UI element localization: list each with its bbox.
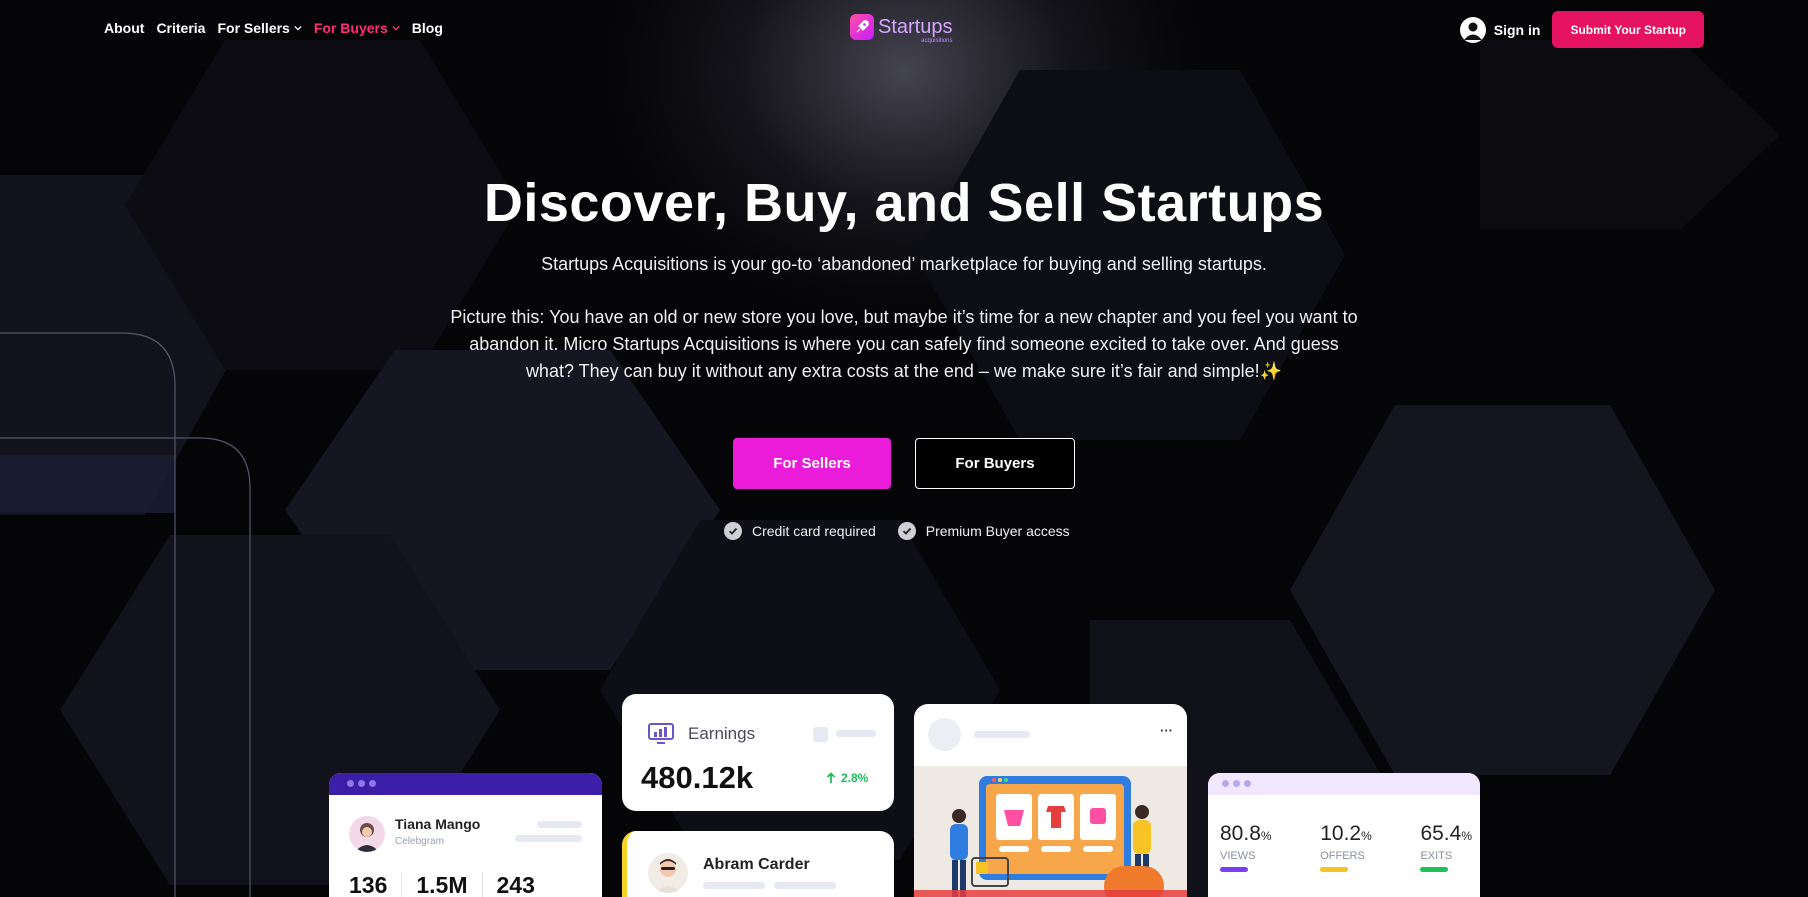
nav-blog[interactable]: Blog xyxy=(412,20,443,36)
earnings-card: Earnings 480.12k 2.8% xyxy=(622,694,894,811)
hero-subtitle: Startups Acquisitions is your go-to ‘aba… xyxy=(541,254,1267,274)
top-nav: About Criteria For Sellers For Buyers Bl… xyxy=(0,0,1808,60)
logo-wordmark: Startups acquisitions xyxy=(878,16,953,44)
stat-offers-label: OFFERS xyxy=(1320,850,1365,862)
avatar xyxy=(349,816,385,852)
submit-startup-button[interactable]: Submit Your Startup xyxy=(1552,11,1704,48)
nav-for-sellers[interactable]: For Sellers xyxy=(217,20,302,36)
window-dots xyxy=(347,780,584,787)
profile-stat-posts: 136 xyxy=(349,872,403,897)
stats-card-header xyxy=(1208,773,1480,795)
stat-views-value-row: 80.8% xyxy=(1220,822,1272,846)
monitor-chart-icon xyxy=(648,723,674,750)
placeholder-square xyxy=(813,727,828,742)
for-buyers-button[interactable]: For Buyers xyxy=(915,438,1075,489)
profile-handle: Celebgram xyxy=(395,836,444,847)
nav-for-buyers[interactable]: For Buyers xyxy=(314,20,400,36)
check-icon xyxy=(897,522,916,540)
stat-exits-value-row: 65.4% xyxy=(1420,822,1472,846)
logo-text: Startups xyxy=(878,16,953,38)
nav-links: About Criteria For Sellers For Buyers Bl… xyxy=(104,20,443,36)
placeholder-avatar xyxy=(928,718,961,751)
earnings-change: 2.8% xyxy=(826,771,868,785)
check-premium-buyer: Premium Buyer access xyxy=(897,522,1070,540)
user-icon xyxy=(1459,16,1486,43)
more-options-icon[interactable]: ··· xyxy=(1160,723,1173,738)
person-name: Abram Carder xyxy=(703,856,810,873)
placeholder-bar xyxy=(515,835,582,842)
profile-stat-followers: 1.5M xyxy=(402,872,483,897)
stat-offers-unit: % xyxy=(1361,829,1372,843)
stat-exits-unit: % xyxy=(1461,829,1472,843)
stat-exits: 65.4% EXITS xyxy=(1420,822,1472,872)
sign-in-label: Sign in xyxy=(1493,21,1541,38)
check-premium-buyer-label: Premium Buyer access xyxy=(925,523,1070,539)
window-dots xyxy=(1222,780,1466,787)
arrow-up-icon xyxy=(826,772,836,783)
stat-views-label: VIEWS xyxy=(1220,850,1256,862)
avatar xyxy=(648,853,688,893)
placeholder-bar xyxy=(974,731,1030,738)
stats-card: 80.8% VIEWS 10.2% OFFERS 65.4% EXITS xyxy=(1208,773,1480,897)
site-logo[interactable]: Startups acquisitions xyxy=(850,14,953,44)
hero-paragraph: Picture this: You have an old or new sto… xyxy=(450,307,1358,381)
stat-offers-bar xyxy=(1320,867,1349,872)
post-illustration xyxy=(914,766,1187,897)
earnings-value: 480.12k xyxy=(641,760,754,795)
stat-views: 80.8% VIEWS xyxy=(1220,822,1272,872)
profile-stats: 136 1.5M 243 xyxy=(349,872,535,897)
nav-criteria[interactable]: Criteria xyxy=(156,20,205,36)
stat-offers-value-row: 10.2% xyxy=(1320,822,1372,846)
stat-views-value: 80.8 xyxy=(1220,822,1261,845)
placeholder-bar xyxy=(774,882,836,889)
placeholder-bar xyxy=(703,882,765,889)
stat-exits-value: 65.4 xyxy=(1420,822,1462,845)
nav-for-sellers-label: For Sellers xyxy=(217,20,290,36)
check-credit-card: Credit card required xyxy=(724,522,876,540)
nav-for-buyers-label: For Buyers xyxy=(313,20,388,36)
check-icon xyxy=(724,522,742,540)
nav-about[interactable]: About xyxy=(104,20,144,36)
stats-row: 80.8% VIEWS 10.2% OFFERS 65.4% EXITS xyxy=(1220,822,1472,872)
stat-offers: 10.2% OFFERS xyxy=(1320,822,1372,872)
for-sellers-button[interactable]: For Sellers xyxy=(733,438,891,489)
placeholder-bar xyxy=(537,821,582,828)
profile-stat-following: 243 xyxy=(496,872,535,897)
stat-views-unit: % xyxy=(1260,829,1272,843)
person-card: Abram Carder xyxy=(622,831,894,897)
profile-name: Tiana Mango xyxy=(395,816,481,832)
earnings-label: Earnings xyxy=(688,724,756,743)
stat-exits-label: EXITS xyxy=(1420,850,1453,862)
stat-offers-value: 10.2 xyxy=(1320,822,1362,845)
stat-views-bar xyxy=(1220,867,1248,872)
feature-checks: Credit card required Premium Buyer acces… xyxy=(724,522,1070,540)
nav-actions: Sign in Submit Your Startup xyxy=(1459,11,1704,48)
earnings-change-value: 2.8% xyxy=(841,771,869,785)
logo-subtext: acquisitions xyxy=(921,38,953,44)
sign-in-link[interactable]: Sign in xyxy=(1459,16,1541,43)
chevron-down-icon xyxy=(294,25,302,31)
profile-card: Tiana Mango Celebgram 136 1.5M 243 xyxy=(329,773,602,897)
rocket-icon xyxy=(850,14,874,40)
profile-card-header xyxy=(329,773,602,795)
placeholder-bar xyxy=(836,730,876,737)
post-card: ··· xyxy=(914,704,1187,897)
check-credit-card-label: Credit card required xyxy=(752,523,876,539)
stat-exits-bar xyxy=(1420,867,1449,872)
chevron-down-icon xyxy=(392,25,400,31)
hero-buttons: For Sellers For Buyers xyxy=(733,438,1075,489)
hero-title: Discover, Buy, and Sell Startups xyxy=(483,173,1325,233)
